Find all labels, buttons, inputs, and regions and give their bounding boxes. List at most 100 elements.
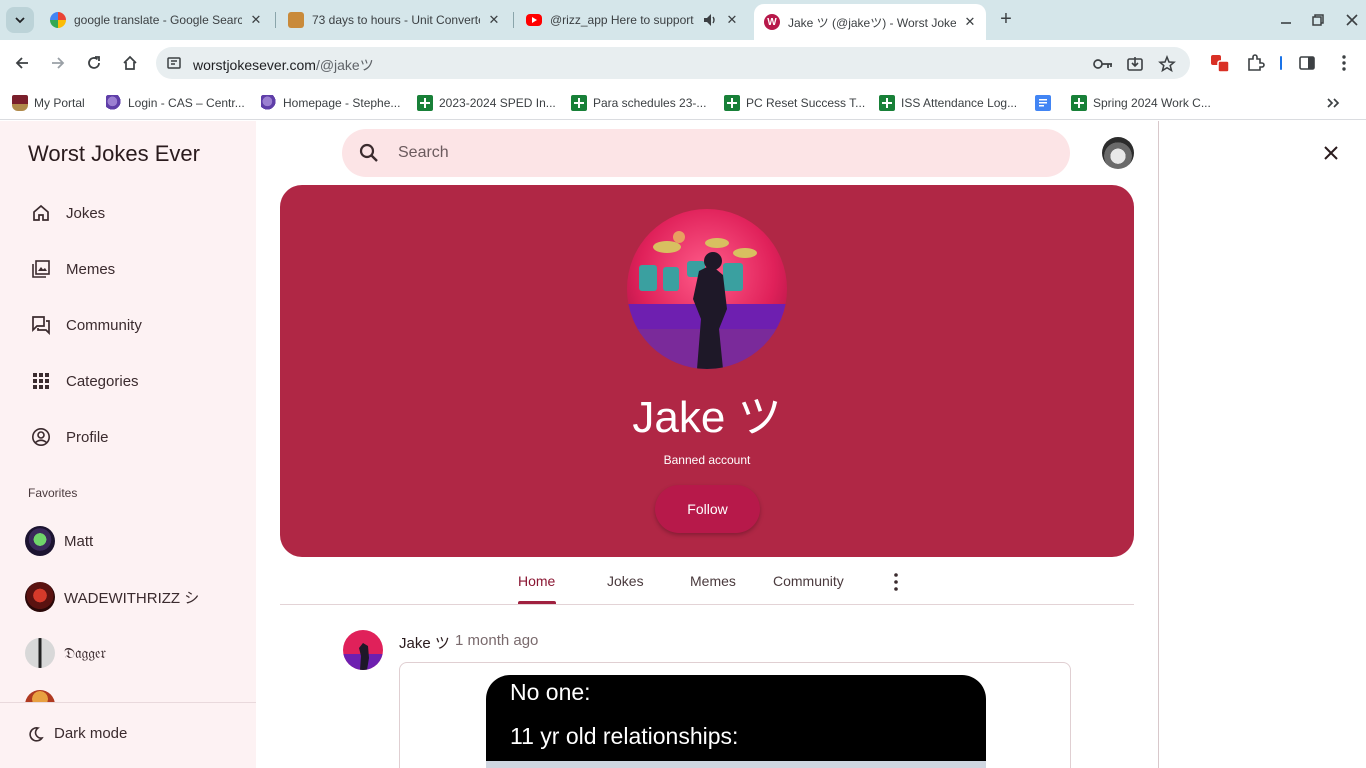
bookmark-label: PC Reset Success T... xyxy=(746,96,866,110)
bookmark-star-button[interactable] xyxy=(1156,53,1178,75)
post-author-avatar[interactable] xyxy=(343,630,383,670)
install-app-button[interactable] xyxy=(1124,53,1146,75)
post-author[interactable]: Jake ツ xyxy=(399,632,450,653)
bookmark-label: ISS Attendance Log... xyxy=(901,96,1018,110)
url-domain: worstjokesever.com xyxy=(193,57,316,73)
close-window-button[interactable] xyxy=(1338,6,1366,34)
bookmark-item[interactable]: PC Reset Success T... xyxy=(724,93,865,113)
nav-item-profile[interactable]: Profile xyxy=(0,413,256,461)
sheets-icon xyxy=(417,95,433,111)
more-options-icon[interactable] xyxy=(887,571,905,593)
tab-jokes[interactable]: Jokes xyxy=(607,573,644,589)
browser-tab-title: 73 days to hours - Unit Converter xyxy=(312,13,480,27)
bookmark-item[interactable]: ISS Attendance Log... xyxy=(879,93,1017,113)
site-info-icon[interactable] xyxy=(166,55,182,71)
reload-icon xyxy=(88,56,100,69)
home-icon xyxy=(123,55,137,70)
close-panel-button[interactable] xyxy=(1319,141,1343,165)
restore-button[interactable] xyxy=(1304,6,1332,34)
back-button[interactable] xyxy=(8,49,36,77)
close-tab-icon[interactable]: ✕ xyxy=(724,12,740,28)
new-tab-button[interactable]: + xyxy=(994,8,1018,32)
password-key-button[interactable] xyxy=(1092,53,1114,75)
close-tab-icon[interactable]: ✕ xyxy=(486,12,502,28)
account-circle-icon xyxy=(30,426,52,448)
sheets-icon xyxy=(571,95,587,111)
close-tab-icon[interactable]: ✕ xyxy=(962,14,978,30)
arrow-right-icon xyxy=(52,57,65,69)
chrome-menu-button[interactable] xyxy=(1332,51,1356,75)
search-icon xyxy=(359,143,378,162)
extension-button[interactable] xyxy=(1208,51,1232,75)
browser-tab-title: google translate - Google Search xyxy=(74,13,242,27)
tab-memes[interactable]: Memes xyxy=(690,573,736,589)
favorite-item[interactable]: Matt xyxy=(0,517,256,565)
browser-tab[interactable]: google translate - Google Search ✕ xyxy=(40,4,272,36)
bookmark-label: My Portal xyxy=(34,96,85,110)
browser-tab-active[interactable]: W Jake ツ (@jakeツ) - Worst Jokes Ever ✕ xyxy=(754,4,986,40)
favorite-name: 𝔇𝔞𝔤𝔤𝔢𝔯 xyxy=(64,644,106,662)
post-time: 1 month ago xyxy=(455,632,539,649)
address-bar[interactable]: worstjokesever.com/@jakeツ xyxy=(156,47,1190,79)
meme-image[interactable]: No one: 11 yr old relationships: xyxy=(486,675,986,768)
nav-item-memes[interactable]: Memes xyxy=(0,245,256,293)
profile-header: Jake ツ Banned account Follow xyxy=(280,185,1134,557)
search-bar[interactable]: Search xyxy=(342,129,1070,177)
dark-mode-toggle[interactable]: Dark mode xyxy=(0,702,256,768)
close-icon xyxy=(1324,146,1338,160)
favorite-name: WADEWITHRIZZ シ xyxy=(64,589,200,607)
images-icon xyxy=(30,258,52,280)
w-icon: W xyxy=(764,14,780,30)
meme-phone-statusbar xyxy=(486,761,986,768)
close-tab-icon[interactable]: ✕ xyxy=(248,12,264,28)
google-icon xyxy=(50,12,66,28)
bookmark-item[interactable]: My Portal xyxy=(12,93,85,113)
bookmark-item[interactable]: Para schedules 23-... xyxy=(571,93,706,113)
nav-label: Memes xyxy=(66,260,116,278)
minimize-button[interactable] xyxy=(1272,6,1300,34)
tab-search-button[interactable] xyxy=(6,7,34,33)
follow-button[interactable]: Follow xyxy=(655,485,760,533)
avatar xyxy=(25,582,55,612)
favorite-item[interactable]: 𝔇𝔞𝔤𝔤𝔢𝔯 xyxy=(0,629,256,677)
bookmark-label: 2023-2024 SPED In... xyxy=(439,96,556,110)
tab-home[interactable]: Home xyxy=(518,573,555,589)
search-input[interactable]: Search xyxy=(398,144,449,162)
navigation-drawer: Worst Jokes Ever Jokes Memes Community C… xyxy=(0,121,256,768)
bookmark-label: Login - CAS – Centr... xyxy=(128,96,245,110)
more-bookmarks-button[interactable] xyxy=(1326,93,1340,113)
reload-button[interactable] xyxy=(80,49,108,77)
bookmark-item[interactable]: Homepage - Stephe... xyxy=(261,93,400,113)
extension-red-icon xyxy=(1211,55,1230,73)
arrow-left-icon xyxy=(15,57,28,69)
post-card[interactable]: No one: 11 yr old relationships: xyxy=(399,662,1071,768)
browser-tab[interactable]: @rizz_app Here to support ✕ xyxy=(516,4,748,36)
nav-item-jokes[interactable]: Jokes xyxy=(0,189,256,237)
bookmark-item[interactable]: Spring 2024 Work C... xyxy=(1071,93,1211,113)
sheets-icon xyxy=(1071,95,1087,111)
tab-community[interactable]: Community xyxy=(773,573,844,589)
browser-tab[interactable]: 73 days to hours - Unit Converter ✕ xyxy=(278,4,510,36)
star-icon xyxy=(1158,55,1176,73)
unit-converter-icon xyxy=(288,12,304,28)
extensions-menu-button[interactable] xyxy=(1243,51,1267,75)
speaker-icon[interactable] xyxy=(702,12,718,28)
right-panel xyxy=(1158,121,1366,768)
tab-separator xyxy=(513,12,514,28)
user-avatar[interactable] xyxy=(1102,137,1134,169)
sheets-icon xyxy=(879,95,895,111)
browser-tab-title: Jake ツ (@jakeツ) - Worst Jokes Ever xyxy=(788,15,956,30)
bookmark-item[interactable]: 2023-2024 SPED In... xyxy=(417,93,556,113)
side-panel-button[interactable] xyxy=(1295,51,1319,75)
bookmark-item[interactable] xyxy=(1035,93,1057,113)
home-button[interactable] xyxy=(116,49,144,77)
profile-avatar xyxy=(627,209,787,369)
favorite-item[interactable]: WADEWITHRIZZ シ xyxy=(0,573,256,621)
nav-label: Jokes xyxy=(66,204,106,222)
tab-separator xyxy=(275,12,276,28)
nav-item-community[interactable]: Community xyxy=(0,301,256,349)
bookmarks-bar: My Portal Login - CAS – Centr... Homepag… xyxy=(0,86,1366,120)
nav-item-categories[interactable]: Categories xyxy=(0,357,256,405)
bookmark-item[interactable]: Login - CAS – Centr... xyxy=(106,93,245,113)
forward-button[interactable] xyxy=(44,49,72,77)
